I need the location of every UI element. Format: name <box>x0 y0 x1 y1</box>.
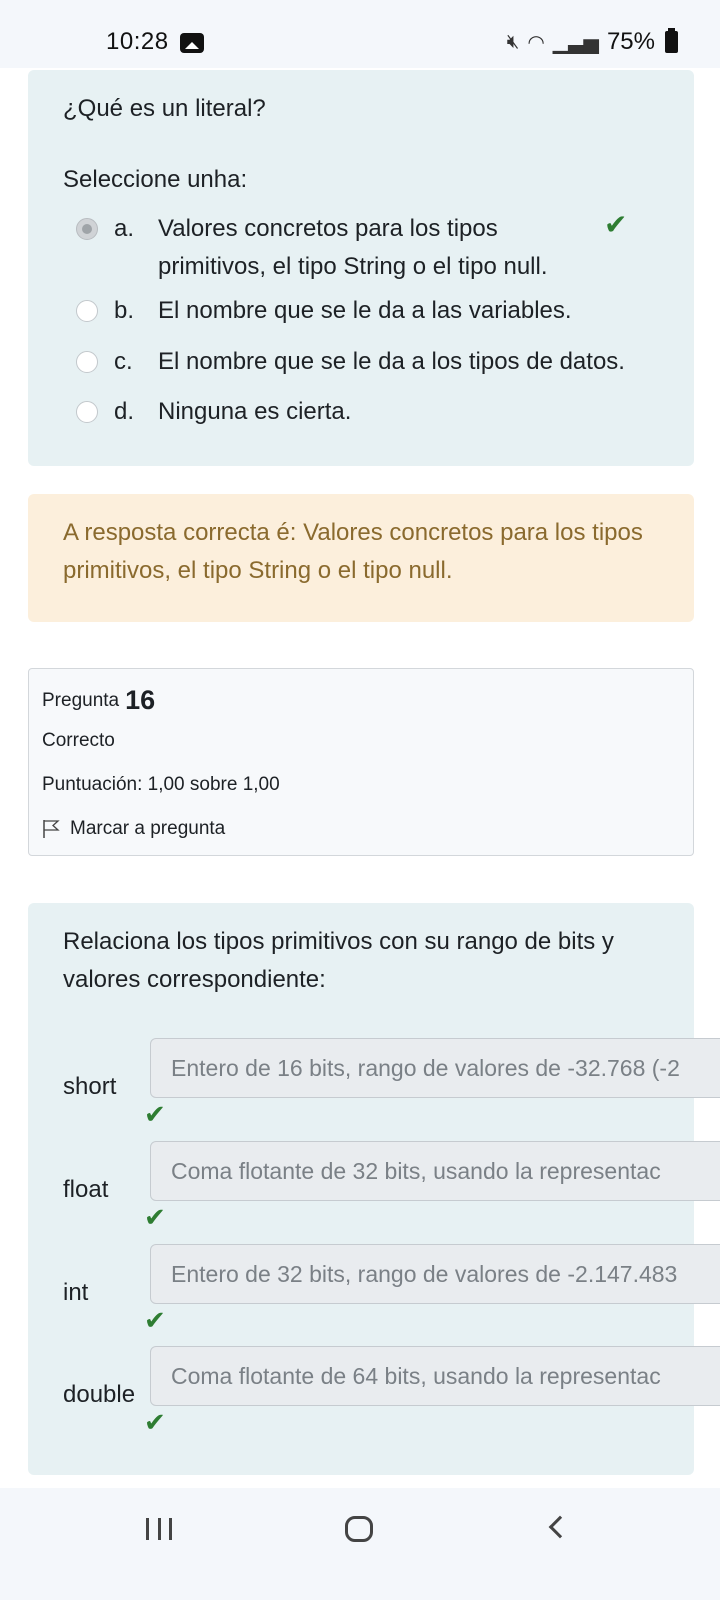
question-number-label: Pregunta 16 <box>42 685 155 716</box>
home-icon[interactable] <box>345 1516 373 1542</box>
battery-icon <box>665 28 678 53</box>
correct-check-icon: ✔ <box>144 1305 166 1335</box>
correct-check-icon: ✔ <box>144 1202 166 1232</box>
option-letter: c. <box>114 348 133 375</box>
status-bar: 10:28 🔇︎ ◠ ▁▃▅ 75% <box>0 0 720 68</box>
option-text: Valores concretos para los tipos primiti… <box>158 215 548 280</box>
flag-label[interactable]: Marcar a pregunta <box>70 818 225 840</box>
question-card: ¿Qué es un literal? Seleccione unha: a. … <box>28 70 694 466</box>
option-text: El nombre que se le da a las variables. <box>158 297 572 324</box>
feedback-text: A resposta correcta é: Valores concretos… <box>63 519 643 584</box>
radio-selected[interactable] <box>76 218 98 240</box>
correct-check-icon: ✔ <box>144 1099 166 1129</box>
back-icon[interactable] <box>548 1515 572 1539</box>
wifi-icon: ◠ <box>527 31 545 54</box>
battery-percent: 75% <box>606 28 655 55</box>
status-time: 10:28 <box>106 28 169 55</box>
correct-answer-feedback: A resposta correcta é: Valores concretos… <box>28 494 694 622</box>
match-label-double: double <box>63 1381 136 1408</box>
flag-icon[interactable] <box>42 819 60 839</box>
match-select-float[interactable]: Coma flotante de 32 bits, usando la repr… <box>150 1141 720 1201</box>
match-label-short: short <box>63 1073 117 1100</box>
question-info-box: Pregunta 16 Correcto Puntuación: 1,00 sob… <box>28 668 694 856</box>
correct-check-icon: ✔ <box>144 1407 166 1437</box>
option-letter: b. <box>114 297 135 324</box>
flag-question-link[interactable]: Marcar a pregunta <box>42 818 225 840</box>
mute-icon: 🔇︎ <box>506 30 520 53</box>
option-text: Ninguna es cierta. <box>158 398 352 425</box>
question-number: 16 <box>125 685 156 715</box>
answer-option-a[interactable]: a. Valores concretos para los tipos prim… <box>76 209 676 288</box>
recent-apps-icon[interactable] <box>146 1518 172 1540</box>
question-text: Relaciona los tipos primitivos con su ra… <box>63 928 614 993</box>
quiz-review-page: 10:28 🔇︎ ◠ ▁▃▅ 75% ¿Qué es un literal? S… <box>0 0 720 1600</box>
radio-button[interactable] <box>76 351 98 373</box>
match-label-int: int <box>63 1279 89 1306</box>
option-letter: d. <box>114 398 135 425</box>
radio-button[interactable] <box>76 401 98 423</box>
match-select-double[interactable]: Coma flotante de 64 bits, usando la repr… <box>150 1346 720 1406</box>
matching-question-card: Relaciona los tipos primitivos con su ra… <box>28 903 720 1475</box>
system-nav-bar <box>0 1488 720 1600</box>
question-score: Puntuación: 1,00 sobre 1,00 <box>42 774 280 795</box>
match-select-int[interactable]: Entero de 32 bits, rango de valores de -… <box>150 1244 720 1304</box>
match-select-short[interactable]: Entero de 16 bits, rango de valores de -… <box>150 1038 720 1098</box>
select-label: Seleccione unha: <box>63 166 248 193</box>
question-label: Pregunta <box>42 690 120 711</box>
option-letter: a. <box>114 215 135 242</box>
status-icons: 🔇︎ ◠ ▁▃▅ 75% <box>507 28 678 56</box>
signal-icon: ▁▃▅ <box>552 31 599 54</box>
radio-button[interactable] <box>76 300 98 322</box>
gallery-icon <box>180 33 204 53</box>
correct-check-icon: ✔ <box>604 209 628 240</box>
question-text: ¿Qué es un literal? <box>63 95 266 122</box>
match-label-float: float <box>63 1176 109 1203</box>
question-status: Correcto <box>42 730 115 751</box>
option-text: El nombre que se le da a los tipos de da… <box>158 348 625 375</box>
